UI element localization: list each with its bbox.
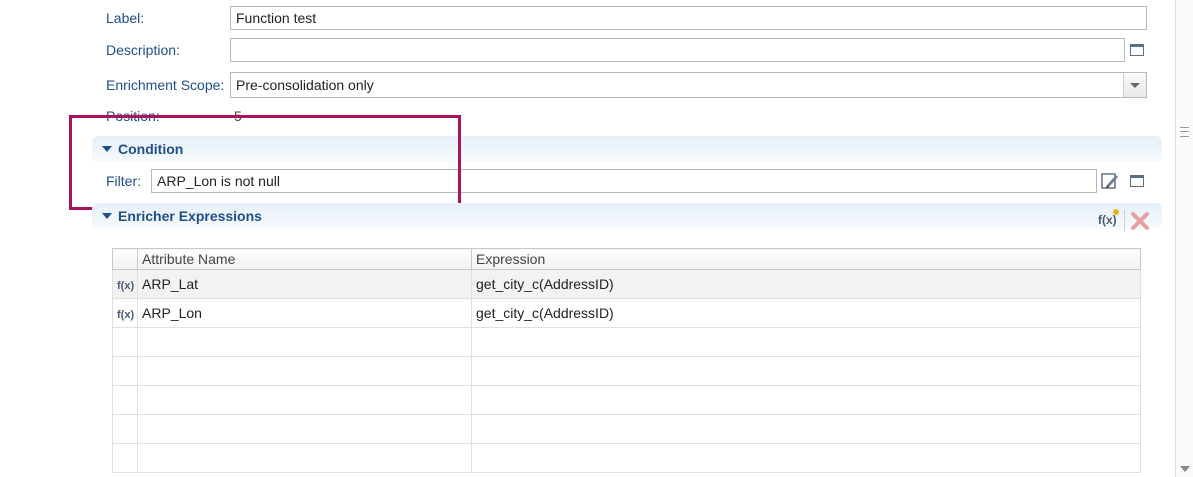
scope-caption: Enrichment Scope: — [106, 77, 225, 93]
attribute-name-header[interactable]: Attribute Name — [137, 248, 472, 270]
highlight-box — [69, 115, 461, 210]
function-icon: f(x) — [117, 280, 135, 292]
toolbar-divider — [1124, 210, 1125, 232]
vertical-scrollbar[interactable] — [1175, 0, 1193, 477]
table-row[interactable]: f(x) ARP_Lon get_city_c(AddressID) — [112, 298, 1141, 328]
table-row-empty — [112, 443, 1141, 473]
add-function-badge-icon — [1113, 209, 1119, 215]
description-field[interactable] — [230, 38, 1125, 62]
description-expand-icon[interactable] — [1130, 44, 1144, 56]
table-row-empty — [112, 414, 1141, 444]
delete-icon[interactable] — [1130, 211, 1150, 231]
attribute-cell[interactable]: ARP_Lon — [137, 298, 472, 328]
expression-header[interactable]: Expression — [471, 248, 1141, 270]
enricher-table: Attribute Name Expression f(x) ARP_Lat g… — [112, 248, 1141, 473]
table-row-empty — [112, 327, 1141, 357]
label-caption: Label: — [106, 10, 145, 26]
label-field[interactable] — [230, 6, 1147, 30]
attribute-cell[interactable]: ARP_Lat — [137, 269, 472, 299]
chevron-down-icon[interactable] — [1123, 73, 1146, 97]
expression-cell[interactable]: get_city_c(AddressID) — [471, 298, 1141, 328]
expression-cell[interactable]: get_city_c(AddressID) — [471, 269, 1141, 299]
icon-column-header — [112, 248, 138, 270]
enricher-title: Enricher Expressions — [118, 208, 262, 224]
table-row-empty — [112, 356, 1141, 386]
table-header-row: Attribute Name Expression — [112, 248, 1141, 270]
table-row[interactable]: f(x) ARP_Lat get_city_c(AddressID) — [112, 269, 1141, 299]
collapse-triangle-icon[interactable] — [102, 213, 112, 219]
scope-select-value: Pre-consolidation only — [236, 77, 374, 93]
scroll-down-arrow-icon[interactable] — [1180, 466, 1190, 472]
description-caption: Description: — [106, 42, 180, 58]
function-icon: f(x) — [117, 309, 135, 321]
scrollbar-grip[interactable] — [1180, 127, 1189, 137]
scope-select[interactable]: Pre-consolidation only — [230, 72, 1147, 98]
edit-expression-icon[interactable] — [1101, 171, 1120, 190]
table-row-empty — [112, 385, 1141, 415]
filter-expand-icon[interactable] — [1130, 175, 1144, 187]
add-function-icon[interactable]: f(x) — [1098, 213, 1117, 227]
